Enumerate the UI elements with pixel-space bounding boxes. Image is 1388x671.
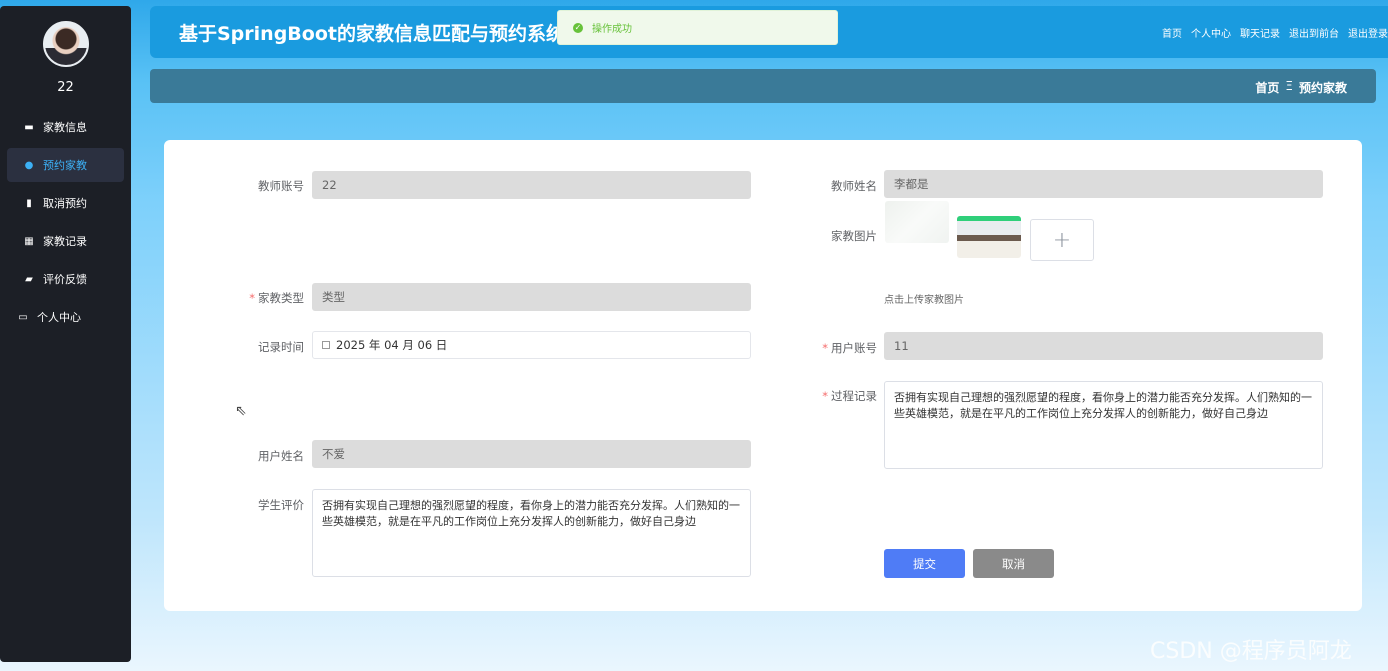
sidebar-item-label: 评价反馈 [43,273,87,286]
grid-icon: ▦ [24,235,34,247]
sidebar-item-book-tutor[interactable]: ● 预约家教 [7,148,124,182]
tutor-type-field[interactable]: 类型 [312,283,751,311]
tutor-type-label: * 家教类型 [224,290,304,306]
record-time-label: 记录时间 [258,340,304,354]
user-account-value: 11 [894,339,909,353]
tutor-type-label-text: 家教类型 [258,291,304,305]
tutor-image-thumb-faded[interactable] [885,201,949,243]
sidebar-item-tutor-records[interactable]: ▦ 家教记录 [7,224,124,258]
user-account-field[interactable]: 11 [884,332,1323,360]
user-account-label: * 用户账号 [797,340,877,356]
teacher-name-field[interactable]: 李都是 [884,170,1323,198]
image-upload-button[interactable]: + [1030,219,1094,261]
app-title: 基于SpringBoot的家教信息匹配与预约系统 [179,23,565,45]
nav-chat-records[interactable]: 聊天记录 [1240,25,1280,40]
sidebar-item-cancel-booking[interactable]: ▮ 取消预约 [7,186,124,220]
watermark: CSDN @程序员阿龙 [1150,639,1352,664]
submit-button[interactable]: 提交 [884,549,965,578]
teacher-name-label: 教师姓名 [831,179,877,193]
nav-exit-frontend[interactable]: 退出到前台 [1289,25,1339,40]
breadcrumb: 首页 Ξ 预约家教 [1255,79,1347,96]
required-mark: * [822,389,828,403]
tutor-type-value: 类型 [322,290,345,304]
sidebar-item-profile[interactable]: ▭ 个人中心 [7,300,124,334]
sidebar: 22 ▬ 家教信息 ● 预约家教 ▮ 取消预约 ▦ 家教记录 ▰ 评价反馈 ▭ … [0,6,131,662]
briefcase-icon: ▰ [25,273,33,285]
sidebar-item-label: 个人中心 [37,311,81,324]
tutor-image-label: 家教图片 [831,229,877,243]
sidebar-item-label: 预约家教 [43,159,87,172]
sidebar-username: 22 [57,80,74,95]
nav-logout[interactable]: 退出登录 [1348,25,1388,40]
nav-home[interactable]: 首页 [1162,25,1182,40]
breadcrumb-bar: 首页 Ξ 预约家教 [150,69,1376,103]
teacher-account-value: 22 [322,178,337,192]
teacher-name-value: 李都是 [894,177,929,191]
user-account-label-text: 用户账号 [831,341,877,355]
toast-message: 操作成功 [592,24,632,35]
required-mark: * [822,341,828,355]
cancel-button[interactable]: 取消 [973,549,1054,578]
header-nav: 首页 个人中心 聊天记录 退出到前台 退出登录 [1162,25,1388,40]
calendar-icon [322,341,330,349]
location-icon: ● [24,159,34,171]
teacher-account-label: 教师账号 [258,179,304,193]
sidebar-item-tutor-info[interactable]: ▬ 家教信息 [7,110,124,144]
record-time-datepicker[interactable]: 2025 年 04 月 06 日 [312,331,751,359]
user-name-label: 用户姓名 [258,449,304,463]
student-review-label: 学生评价 [258,498,304,512]
breadcrumb-home[interactable]: 首页 [1255,79,1279,96]
process-record-label-text: 过程记录 [831,389,877,403]
sidebar-menu: ▬ 家教信息 ● 预约家教 ▮ 取消预约 ▦ 家教记录 ▰ 评价反馈 ▭ 个人中… [0,106,131,338]
sidebar-item-feedback[interactable]: ▰ 评价反馈 [7,262,124,296]
record-time-value: 2025 年 04 月 06 日 [336,338,448,352]
booking-form: 教师账号 22 * 家教类型 类型 记录时间 2025 年 04 月 06 日 用… [164,140,1362,611]
window-icon: ▭ [18,311,28,323]
upload-hint: 点击上传家教图片 [884,295,964,306]
sidebar-item-label: 家教信息 [43,121,87,134]
user-name-field[interactable]: 不爱 [312,440,751,468]
sidebar-item-label: 取消预约 [43,197,87,210]
mouse-cursor-icon: ⇖ [235,403,247,419]
check-circle-icon: ✓ [573,22,583,33]
sidebar-item-label: 家教记录 [43,235,87,248]
student-review-textarea[interactable]: 否拥有实现自己理想的强烈愿望的程度，看你身上的潜力能否充分发挥。人们熟知的一些英… [312,489,751,577]
success-toast: ✓ 操作成功 [557,10,838,45]
required-mark: * [249,291,255,305]
chart-icon: ▮ [26,197,32,209]
plus-icon: + [1052,227,1072,253]
monitor-icon: ▬ [24,121,34,133]
avatar[interactable] [43,21,89,67]
teacher-account-field[interactable]: 22 [312,171,751,199]
tutor-image-thumb[interactable] [957,216,1021,258]
breadcrumb-current: 预约家教 [1298,81,1347,95]
process-record-textarea[interactable]: 否拥有实现自己理想的强烈愿望的程度，看你身上的潜力能否充分发挥。人们熟知的一些英… [884,381,1323,469]
process-record-label: * 过程记录 [797,388,877,404]
breadcrumb-separator: Ξ [1285,79,1293,93]
nav-profile[interactable]: 个人中心 [1191,25,1231,40]
user-name-value: 不爱 [322,447,345,461]
